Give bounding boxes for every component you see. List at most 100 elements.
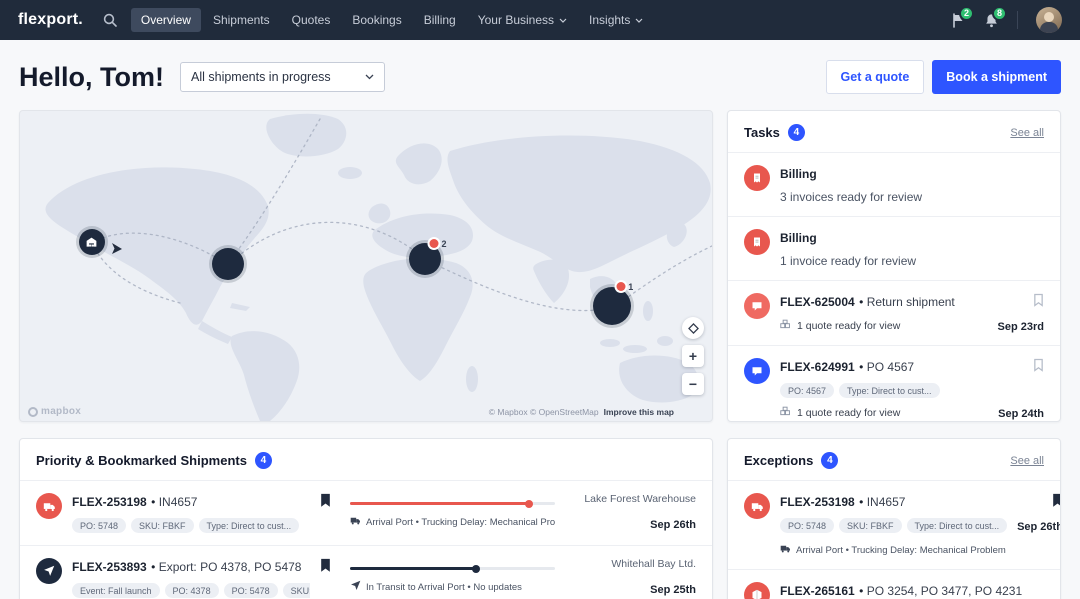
task-desc: PO 4567	[859, 360, 914, 374]
priority-count-badge: 4	[255, 452, 272, 469]
status-text: In Transit to Arrival Port • No updates	[366, 582, 522, 593]
nav-item-label: Bookings	[352, 13, 401, 27]
improve-map-link[interactable]: Improve this map	[604, 407, 674, 417]
alert-count: 1	[628, 282, 633, 292]
progress-fill	[350, 502, 530, 505]
nav-item[interactable]: Shipments	[203, 8, 280, 32]
task-item[interactable]: FLEX-624991 PO 4567 PO: 4567Type: Direct…	[728, 345, 1060, 422]
get-quote-button[interactable]: Get a quote	[826, 60, 925, 94]
chevron-down-icon	[635, 18, 643, 23]
eta-date: Sep 25th	[650, 584, 696, 596]
exceptions-panel: Exceptions 4 See all	[727, 438, 1061, 599]
exception-row[interactable]: FLEX-253198 IN4657 PO: 5748SKU: FBKFType…	[728, 480, 1060, 569]
status-text: Arrival Port • Trucking Delay: Mechanica…	[366, 517, 555, 528]
shipment-filter-select[interactable]: All shipments in progress	[180, 62, 385, 92]
book-shipment-button[interactable]: Book a shipment	[932, 60, 1061, 94]
priority-title: Priority & Bookmarked Shipments	[36, 453, 247, 468]
page-header: Hello, Tom! All shipments in progress Ge…	[19, 60, 1061, 94]
warehouse-marker[interactable]	[79, 229, 105, 255]
shipment-cluster[interactable]	[593, 287, 631, 325]
eta-date: Sep 26th	[1017, 521, 1061, 533]
bookmark-icon[interactable]	[320, 493, 340, 507]
tasks-see-all-link[interactable]: See all	[1010, 127, 1044, 139]
user-avatar[interactable]	[1036, 7, 1062, 33]
shipment-map[interactable]: 2 1 + − © Mapbox © OpenStreetMap Improve…	[19, 110, 713, 422]
tag-pill: SKU: FBKF	[131, 518, 194, 533]
exceptions-list: FLEX-253198 IN4657 PO: 5748SKU: FBKFType…	[728, 480, 1060, 599]
bookmark-icon[interactable]	[1033, 293, 1044, 307]
tasks-count-badge: 4	[788, 124, 805, 141]
shipment-row[interactable]: FLEX-253198 IN4657 PO: 5748SKU: FBKFType…	[20, 480, 712, 545]
priority-list: FLEX-253198 IN4657 PO: 5748SKU: FBKFType…	[20, 480, 712, 599]
world-map	[20, 111, 713, 422]
exceptions-count-badge: 4	[821, 452, 838, 469]
task-item[interactable]: Billing 3 invoices ready for review	[728, 152, 1060, 216]
mapbox-ring-icon	[28, 407, 38, 417]
attribution-text: © Mapbox © OpenStreetMap	[489, 407, 599, 417]
bookmark-icon[interactable]	[1033, 358, 1044, 372]
exception-row[interactable]: FLEX-265161 PO 3254, PO 3477, PO 4231 Ev…	[728, 569, 1060, 599]
nav-item[interactable]: Quotes	[282, 8, 341, 32]
zoom-out-button[interactable]: −	[682, 373, 704, 395]
divider	[1017, 11, 1018, 29]
nav-item[interactable]: Insights	[579, 8, 653, 32]
map-attribution: © Mapbox © OpenStreetMap Improve this ma…	[489, 407, 674, 417]
shipment-cluster[interactable]	[212, 248, 244, 280]
tag-pill: SKU: LVMM	[283, 583, 310, 598]
bookmark-icon[interactable]	[1052, 493, 1061, 507]
zoom-in-button[interactable]: +	[682, 345, 704, 367]
notifications-button[interactable]: 8	[984, 13, 999, 28]
shipment-desc: PO 3254, PO 3477, PO 4231	[859, 584, 1022, 598]
shipment-desc: IN4657	[859, 495, 905, 509]
exceptions-see-all-link[interactable]: See all	[1010, 455, 1044, 467]
tag-pill: Type: Direct to cust...	[839, 383, 940, 398]
task-item[interactable]: Billing 1 invoice ready for review	[728, 216, 1060, 280]
nav-item-label: Your Business	[478, 13, 554, 27]
status-icon	[350, 580, 361, 594]
locate-button[interactable]	[682, 317, 704, 339]
exception-marker[interactable]: 2	[429, 239, 446, 249]
task-item[interactable]: FLEX-625004 Return shipment 1 quote read…	[728, 280, 1060, 345]
task-desc: Return shipment	[859, 295, 955, 309]
search-icon[interactable]	[103, 13, 117, 27]
nav-item[interactable]: Your Business	[468, 8, 577, 32]
progress-bar	[350, 567, 555, 570]
nav-item[interactable]: Billing	[414, 8, 466, 32]
task-title: FLEX-624991	[780, 360, 855, 374]
tasks-header: Tasks 4 See all	[728, 111, 1060, 152]
navbar-right: 2 8	[951, 7, 1062, 33]
tag-row: PO: 5748SKU: FBKFType: Direct to cust...	[72, 518, 310, 533]
task-subtitle: 1 invoice ready for review	[780, 254, 1034, 268]
messages-badge: 2	[959, 6, 974, 21]
nav-item-label: Billing	[424, 13, 456, 27]
filter-value: All shipments in progress	[191, 70, 331, 84]
priority-shipments-panel: Priority & Bookmarked Shipments 4	[19, 438, 713, 599]
tag-pill: Type: Direct to cust...	[199, 518, 300, 533]
shipment-row[interactable]: FLEX-253893 Export: PO 4378, PO 5478 Eve…	[20, 545, 712, 599]
tasks-panel: Tasks 4 See all	[727, 110, 1061, 422]
tag-pill: SKU: FBKF	[839, 518, 902, 533]
quote-icon	[780, 406, 791, 420]
shipment-id: FLEX-253198	[780, 495, 855, 509]
progress-fill	[350, 567, 477, 570]
nav-item[interactable]: Bookings	[342, 8, 411, 32]
shipment-id: FLEX-265161	[780, 584, 855, 598]
bookmark-icon[interactable]	[320, 558, 340, 572]
tag-row: Event: Fall launchPO: 4378PO: 5478SKU: L…	[72, 583, 310, 598]
tag-pill: Event: Fall launch	[72, 583, 160, 598]
nav-item-label: Shipments	[213, 13, 270, 27]
header-actions: Get a quote Book a shipment	[826, 60, 1061, 94]
nav-item-label: Insights	[589, 13, 630, 27]
task-subtitle: 3 invoices ready for review	[780, 190, 1034, 204]
nav-item[interactable]: Overview	[131, 8, 201, 32]
task-type-icon	[744, 358, 770, 384]
tag-row: PO: 5748SKU: FBKFType: Direct to cust...	[780, 518, 1007, 533]
messages-button[interactable]: 2	[951, 13, 966, 28]
exceptions-title: Exceptions	[744, 453, 813, 468]
tag-row: PO: 4567Type: Direct to cust...	[780, 383, 988, 398]
exception-marker[interactable]: 1	[616, 282, 633, 292]
task-title: FLEX-625004	[780, 295, 855, 309]
eta-date: Sep 26th	[650, 519, 696, 531]
shipment-type-icon	[36, 558, 62, 584]
exceptions-header: Exceptions 4 See all	[728, 439, 1060, 480]
